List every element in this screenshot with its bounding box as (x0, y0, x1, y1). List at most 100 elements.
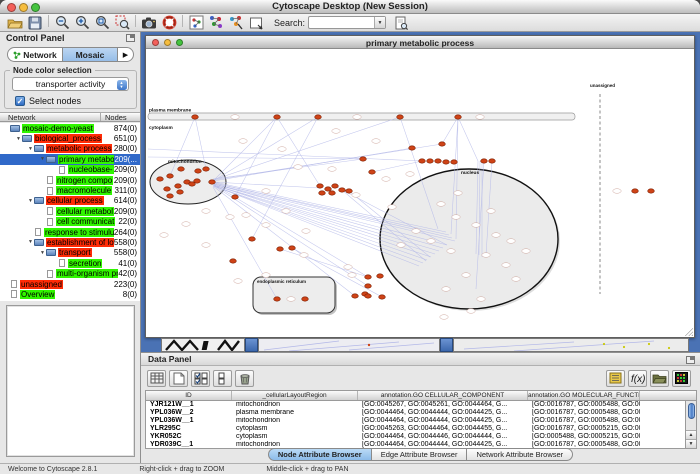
network-graph[interactable]: plasma membranecytoplasmmitochondrionnuc… (146, 49, 694, 337)
node-label-oval (278, 147, 286, 152)
table-row[interactable]: YPL036W__2plasma membrane[GO:0044464, GO… (146, 409, 685, 417)
edge (280, 249, 368, 277)
scroll-down-icon[interactable]: ▼ (686, 439, 696, 448)
node-label-oval (472, 223, 480, 228)
resize-grip-icon[interactable] (685, 328, 693, 336)
scroll-up-icon[interactable]: ▲ (686, 430, 696, 439)
tree-expand-arrow-icon[interactable]: ▼ (27, 146, 34, 152)
select-attributes-icon[interactable] (191, 370, 210, 387)
delete-attribute-icon[interactable] (235, 370, 254, 387)
data-panel: Data Panel f(x) ID_cellularLayoutRegiona… (141, 352, 700, 463)
node-label-oval (382, 177, 390, 182)
tree-row-macromolecule[interactable]: macromolecule311(0) (0, 185, 140, 195)
tree-row-multi-organism-pro[interactable]: multi-organism pro42(0) (0, 268, 140, 278)
background-window-corner[interactable] (245, 338, 258, 352)
table-row[interactable]: YDR039C__1mitochondrion[GO:0044464, GO:0… (146, 440, 685, 448)
tree-row-nitrogen-compo[interactable]: nitrogen compo209(0) (0, 175, 140, 185)
tree-row-unassigned[interactable]: unassigned223(0) (0, 279, 140, 289)
network-node (377, 274, 384, 278)
tree-expand-arrow-icon[interactable]: ▼ (27, 239, 34, 245)
tree-row-transport[interactable]: ▼transport558(0) (0, 248, 140, 258)
tab-node-attribute-browser[interactable]: Node Attribute Browser (268, 448, 372, 461)
overview-icon[interactable] (186, 15, 206, 31)
tree-row-establishment-of-lo[interactable]: ▼establishment of lo558(0) (0, 237, 140, 247)
tree-header-network[interactable]: Network (0, 113, 100, 121)
unselect-attributes-icon[interactable] (213, 370, 232, 387)
zoom-out-icon[interactable] (52, 15, 72, 31)
tree-row-secretion[interactable]: secretion41(0) (0, 258, 140, 268)
tree-row-mosaic-demo-yeast[interactable]: mosaic-demo-yeast874(0) (0, 123, 140, 133)
filter-icon[interactable] (226, 15, 246, 31)
import-attributes-icon[interactable] (650, 370, 669, 387)
background-window-fragment[interactable] (453, 338, 689, 352)
table-row[interactable]: YJR121W__1mitochondrion[GO:0045267, GO:0… (146, 401, 685, 409)
tree-row-biological-process[interactable]: ▼biological_process651(0) (0, 133, 140, 143)
column-header[interactable]: annotation.GO CELLULAR_COMPONENT (358, 391, 528, 400)
tree-row-overview[interactable]: Overview8(0) (0, 289, 140, 299)
background-window-fragment[interactable] (161, 338, 245, 352)
tab-network[interactable]: Network (8, 48, 62, 61)
table-cell: plasma membrane (232, 409, 358, 416)
tab-overflow-arrow-icon[interactable]: ▶ (118, 48, 133, 61)
annotation-icon[interactable] (246, 15, 266, 31)
table-row[interactable]: YLR295Ccytoplasm[GO:0045263, GO:0044464,… (146, 424, 685, 432)
network-tree: mosaic-demo-yeast874(0)▼biological_proce… (0, 123, 140, 301)
vizmapper-icon[interactable] (206, 15, 226, 31)
search-input[interactable] (310, 17, 372, 28)
snapshot-icon[interactable] (139, 15, 159, 31)
search-dropdown-arrow-icon[interactable]: ▼ (374, 17, 385, 28)
node-color-dropdown[interactable]: transporter activity ▲▼ (12, 77, 129, 91)
tree-expand-arrow-icon[interactable]: ▼ (39, 156, 46, 162)
table-row[interactable]: YPL036W__1mitochondrion[GO:0044464, GO:0… (146, 417, 685, 425)
node-label-oval (442, 287, 450, 292)
tree-row-nucleobase-[interactable]: nucleobase-209(0) (0, 165, 140, 175)
cytoscape-desktop-window: Cytoscape Desktop (New Session) Search: … (0, 0, 700, 474)
birdseye-view-panel[interactable] (6, 305, 135, 457)
background-window-fragment[interactable] (258, 338, 440, 352)
tree-row-metabolic-process[interactable]: ▼metabolic process280(0) (0, 144, 140, 154)
tab-edge-attribute-browser[interactable]: Edge Attribute Browser (372, 448, 468, 461)
network-canvas[interactable]: plasma membranecytoplasmmitochondrionnuc… (146, 49, 694, 337)
open-folder-icon[interactable] (5, 15, 25, 31)
column-header[interactable]: ID (146, 391, 232, 400)
float-panel-icon[interactable] (686, 356, 695, 364)
help-ring-icon[interactable] (159, 15, 179, 31)
scrollbar-thumb[interactable] (688, 403, 695, 419)
tree-node-count: 651(0) (114, 134, 137, 143)
column-header[interactable]: annotation.GO MOLECULAR_FUNCTION (528, 391, 640, 400)
network-window-titlebar: primary metabolic process (146, 36, 694, 49)
zoom-fit-icon[interactable] (92, 15, 112, 31)
table-row[interactable]: YKR052Ccytoplasm[GO:0044464, GO:0044446,… (146, 432, 685, 440)
node-label-oval (447, 249, 455, 254)
tree-row-primary-metabo[interactable]: ▼primary metabo209(... (0, 154, 140, 164)
attribute-table-icon[interactable] (147, 370, 166, 387)
zoom-selected-icon[interactable] (112, 15, 132, 31)
node-label-oval (482, 253, 490, 258)
zoom-in-icon[interactable] (72, 15, 92, 31)
table-scrollbar[interactable]: ▲ ▼ (685, 401, 696, 448)
attribute-list-icon[interactable] (606, 370, 625, 387)
tree-row-response-to-stimulu[interactable]: response to stimulu264(0) (0, 227, 140, 237)
tree-row-cellular-process[interactable]: ▼cellular process614(0) (0, 196, 140, 206)
network-node (632, 189, 639, 193)
column-header[interactable]: _cellularLayoutRegion (232, 391, 358, 400)
tree-expand-arrow-icon[interactable]: ▼ (39, 250, 46, 256)
background-window-corner[interactable] (440, 338, 453, 352)
tree-row-cell-communicat[interactable]: cell communicat22(0) (0, 217, 140, 227)
tree-row-cellular-metabol[interactable]: cellular metabol209(0) (0, 206, 140, 216)
function-builder-icon[interactable]: f(x) (628, 370, 647, 387)
tree-expand-arrow-icon[interactable]: ▼ (27, 198, 34, 204)
tree-expand-arrow-icon[interactable]: ▼ (15, 136, 22, 142)
tree-label: cell communicat (56, 217, 115, 226)
tab-mosaic[interactable]: Mosaic (62, 48, 118, 61)
float-panel-icon[interactable] (126, 34, 135, 42)
select-nodes-checkbox[interactable]: ✓ (15, 96, 25, 106)
matrix-icon[interactable] (672, 370, 691, 387)
save-icon[interactable] (25, 15, 45, 31)
new-attribute-icon[interactable] (169, 370, 188, 387)
search-combobox[interactable]: ▼ (308, 16, 386, 29)
tab-network-attribute-browser[interactable]: Network Attribute Browser (467, 448, 573, 461)
table-cell: [GO:0044464, GO:0044444, GO:0044425, G..… (358, 417, 528, 424)
advanced-search-icon[interactable] (391, 15, 411, 31)
tree-header-nodes[interactable]: Nodes (100, 113, 140, 121)
